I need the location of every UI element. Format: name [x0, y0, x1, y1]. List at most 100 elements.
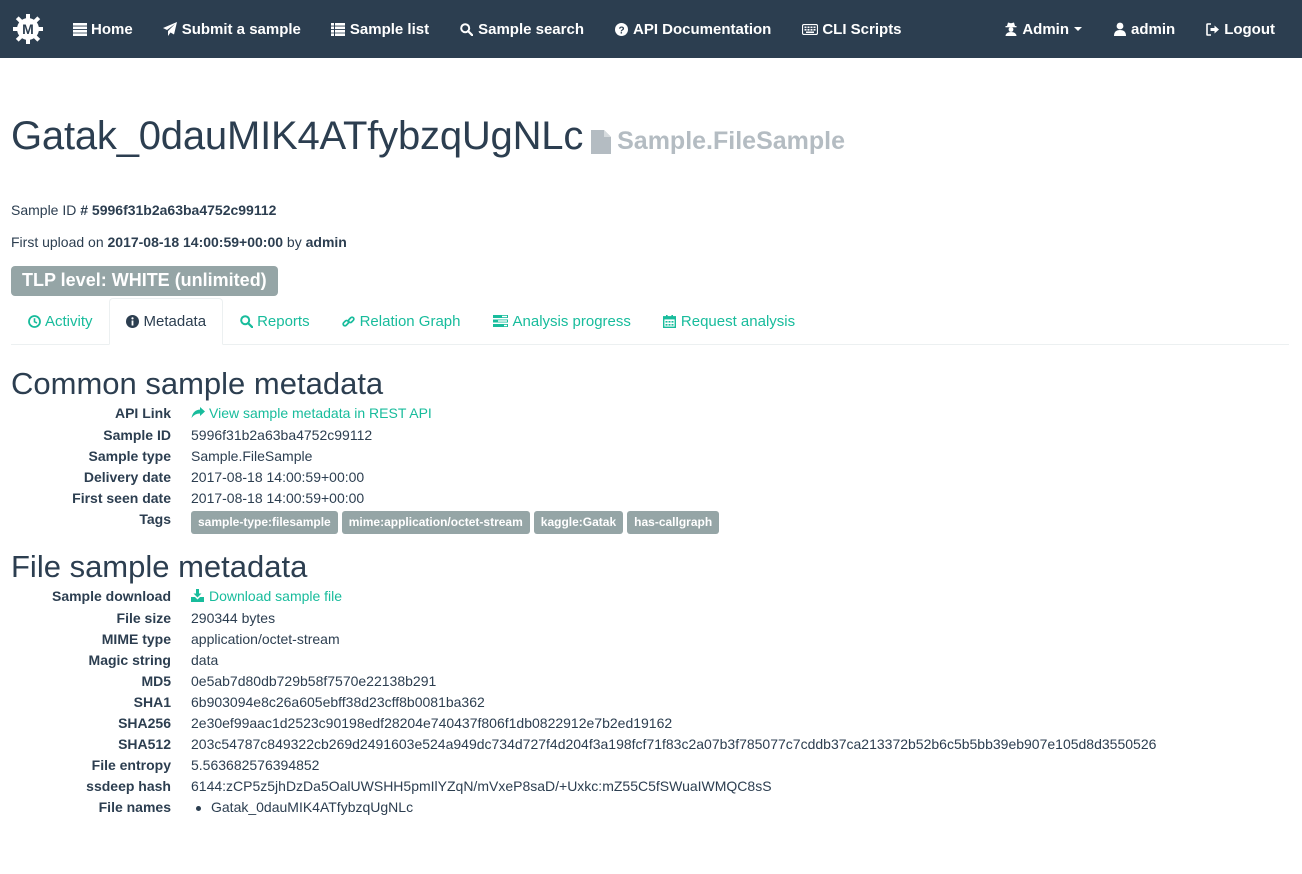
download-label: Sample download [51, 587, 171, 604]
download-icon [191, 589, 205, 603]
main-content: Gatak_0dauMIK4ATfybzqUgNLc Sample.FileSa… [0, 114, 1302, 818]
nav-sample-list[interactable]: Sample list [316, 0, 444, 58]
file-metadata-heading: File sample metadata [11, 548, 308, 584]
sample-type-row: Sample type Sample.FileSample [11, 446, 1289, 467]
mime-value: application/octet-stream [191, 631, 340, 647]
mime-row: MIME type application/octet-stream [11, 629, 1289, 650]
tab-relation-graph[interactable]: Relation Graph [326, 298, 477, 344]
first-seen-label: First seen date [72, 489, 171, 506]
question-circle-icon: ? [614, 22, 629, 37]
top-navbar: M Home Submit a sample Sample list Sampl… [0, 0, 1302, 58]
share-icon [191, 406, 205, 421]
magic-value: data [191, 652, 219, 668]
tab-metadata[interactable]: Metadata [108, 298, 224, 345]
sample-type-label: Sample type [88, 447, 171, 464]
sign-out-icon [1205, 22, 1220, 37]
nav-api-documentation[interactable]: ? API Documentation [599, 0, 786, 58]
file-names-label: File names [98, 799, 171, 815]
delivery-date-value: 2017-08-18 14:00:59+00:00 [191, 468, 365, 485]
sha1-label: SHA1 [133, 694, 171, 710]
tab-reports-label: Reports [257, 312, 310, 330]
sha256-value: 2e30ef99aac1d2523c90198edf28204e740437f8… [191, 715, 673, 731]
sample-type-text: Sample.FileSample [617, 127, 845, 155]
nav-sample-search-label: Sample search [478, 20, 584, 38]
tab-analysis-progress[interactable]: Analysis progress [477, 298, 647, 344]
ssdeep-value: 6144:zCP5z5jhDzDa5OalUWSHH5pmIlYZqN/mVxe… [191, 778, 772, 794]
nav-api-docs-label: API Documentation [633, 20, 772, 38]
nav-right: Admin admin Logout [1003, 0, 1302, 58]
upload-line: First upload on 2017-08-18 14:00:59+00:0… [11, 234, 1289, 250]
tags-label: Tags [139, 510, 171, 527]
calendar-icon [663, 314, 677, 328]
upload-user: admin [305, 234, 347, 250]
tab-reports[interactable]: Reports [223, 298, 326, 344]
sample-id-value: # 5996f31b2a63ba4752c99112 [80, 202, 277, 218]
mime-label: MIME type [101, 631, 171, 647]
api-link-label: API Link [114, 405, 171, 421]
file-names-row: File names Gatak_0dauMIK4ATfybzqUgNLc [11, 797, 1289, 818]
sha256-row: SHA256 2e30ef99aac1d2523c90198edf28204e7… [11, 713, 1289, 734]
clock-icon [27, 314, 41, 328]
nav-left: Home Submit a sample Sample list Sample … [72, 0, 917, 58]
magic-label: Magic string [88, 652, 171, 668]
list-item: Gatak_0dauMIK4ATfybzqUgNLc [193, 797, 413, 818]
download-sample-link[interactable]: Download sample file [191, 586, 342, 607]
common-metadata-heading: Common sample metadata [11, 366, 384, 401]
tag[interactable]: mime:application/octet-stream [341, 510, 530, 534]
user-icon [1112, 22, 1127, 37]
info-circle-icon [126, 315, 140, 329]
sample-type-value: Sample.FileSample [191, 447, 313, 464]
page-title: Gatak_0dauMIK4ATfybzqUgNLc Sample.FileSa… [11, 114, 1289, 159]
list-icon [72, 22, 87, 37]
paper-plane-icon [163, 22, 178, 37]
search-icon [239, 314, 253, 328]
upload-by-word: by [286, 234, 302, 250]
tag[interactable]: sample-type:filesample [191, 510, 338, 534]
md5-value: 0e5ab7d80db729b58f7570e22138b291 [191, 673, 437, 689]
magic-row: Magic string data [11, 650, 1289, 671]
tag-list: sample-type:filesample mime:application/… [191, 510, 720, 534]
file-size-label: File size [116, 610, 171, 626]
file-names-list: Gatak_0dauMIK4ATfybzqUgNLc [193, 797, 413, 818]
sha512-row: SHA512 203c54787c849322cb269d2491603e524… [11, 734, 1289, 755]
entropy-value: 5.563682576394852 [191, 757, 320, 773]
upload-date: 2017-08-18 14:00:59+00:00 [107, 234, 284, 250]
first-seen-row: First seen date 2017-08-18 14:00:59+00:0… [11, 488, 1289, 509]
nav-user-label: admin [1131, 20, 1176, 38]
keyboard-icon [801, 22, 818, 37]
svg-text:?: ? [618, 25, 624, 36]
download-row: Sample download Download sample file [11, 586, 1289, 609]
caret-down-icon [1074, 27, 1082, 31]
nav-home[interactable]: Home [72, 0, 148, 58]
link-icon [342, 314, 356, 328]
tag[interactable]: kaggle:Gatak [533, 510, 624, 534]
file-size-value: 290344 bytes [191, 610, 276, 626]
entropy-label: File entropy [91, 757, 171, 773]
nav-sample-search[interactable]: Sample search [444, 0, 599, 58]
tab-metadata-label: Metadata [143, 313, 207, 330]
tab-request-analysis[interactable]: Request analysis [647, 298, 811, 344]
nav-logout[interactable]: Logout [1190, 0, 1290, 58]
tlp-badge: TLP level: WHITE (unlimited) [11, 266, 278, 296]
nav-cli-scripts-label: CLI Scripts [822, 20, 902, 38]
rest-api-link[interactable]: View sample metadata in REST API [191, 403, 432, 424]
nav-admin-label: Admin [1022, 20, 1069, 38]
common-metadata-list: API Link View sample metadata in REST AP… [11, 403, 1289, 534]
nav-submit-sample[interactable]: Submit a sample [148, 0, 316, 58]
nav-user[interactable]: admin [1097, 0, 1190, 58]
sha1-value: 6b903094e8c26a605ebff38d23cff8b0081ba362 [191, 694, 485, 710]
sha1-row: SHA1 6b903094e8c26a605ebff38d23cff8b0081… [11, 692, 1289, 713]
nav-admin-dropdown[interactable]: Admin [1003, 0, 1097, 58]
sample-id-line: Sample ID # 5996f31b2a63ba4752c99112 [11, 202, 1289, 218]
nav-cli-scripts[interactable]: CLI Scripts [786, 0, 916, 58]
sample-id-label: Sample ID [103, 426, 171, 443]
ssdeep-row: ssdeep hash 6144:zCP5z5jhDzDa5OalUWSHH5p… [11, 776, 1289, 797]
malice-logo-icon[interactable]: M [12, 13, 44, 45]
sample-type-subtitle: Sample.FileSample [591, 127, 845, 156]
rest-api-link-text: View sample metadata in REST API [209, 405, 432, 421]
tag[interactable]: has-callgraph [627, 510, 720, 534]
file-icon [591, 129, 612, 154]
tab-activity[interactable]: Activity [11, 298, 109, 344]
tab-activity-label: Activity [45, 312, 93, 330]
ssdeep-label: ssdeep hash [86, 778, 171, 794]
